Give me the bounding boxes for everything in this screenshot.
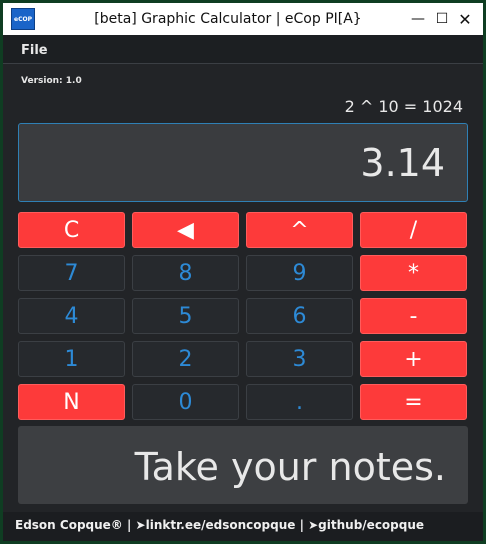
divide-button[interactable]: /: [360, 212, 467, 248]
add-button[interactable]: +: [360, 341, 467, 377]
digit-7-button[interactable]: 7: [18, 255, 125, 291]
history-expression: 2 ^ 10 = 1024: [344, 97, 463, 116]
title-bar[interactable]: eCOP [beta] Graphic Calculator | eCop PI…: [3, 3, 483, 35]
minimize-icon[interactable]: —: [408, 9, 428, 29]
digit-6-button[interactable]: 6: [246, 298, 353, 334]
decimal-button[interactable]: .: [246, 384, 353, 420]
backspace-button[interactable]: ◀: [132, 212, 239, 248]
digit-9-button[interactable]: 9: [246, 255, 353, 291]
close-icon[interactable]: ✕: [455, 9, 475, 29]
negate-button[interactable]: N: [18, 384, 125, 420]
power-button[interactable]: ^: [246, 212, 353, 248]
digit-4-button[interactable]: 4: [18, 298, 125, 334]
notes-field[interactable]: Take your notes.: [18, 426, 468, 504]
digit-8-button[interactable]: 8: [132, 255, 239, 291]
app-logo-icon: eCOP: [11, 8, 35, 30]
calculator-window: eCOP [beta] Graphic Calculator | eCop PI…: [3, 3, 483, 541]
menu-bar: File: [3, 35, 483, 64]
subtract-button[interactable]: -: [360, 298, 467, 334]
digit-5-button[interactable]: 5: [132, 298, 239, 334]
result-display[interactable]: 3.14: [18, 123, 468, 202]
calculator-body: Version: 1.0 2 ^ 10 = 1024 3.14 C ◀ ^ / …: [3, 64, 483, 541]
digit-1-button[interactable]: 1: [18, 341, 125, 377]
equals-button[interactable]: =: [360, 384, 467, 420]
menu-file[interactable]: File: [21, 43, 48, 58]
clear-button[interactable]: C: [18, 212, 125, 248]
multiply-button[interactable]: *: [360, 255, 467, 291]
maximize-icon[interactable]: ☐: [432, 9, 452, 29]
footer-credits: Edson Copque® | ➤linktr.ee/edsoncopque |…: [15, 518, 425, 532]
digit-0-button[interactable]: 0: [132, 384, 239, 420]
digit-2-button[interactable]: 2: [132, 341, 239, 377]
window-title: [beta] Graphic Calculator | eCop PI[A}: [94, 11, 362, 27]
digit-3-button[interactable]: 3: [246, 341, 353, 377]
footer-bar: Edson Copque® | ➤linktr.ee/edsoncopque |…: [3, 512, 483, 541]
version-label: Version: 1.0: [21, 76, 82, 86]
